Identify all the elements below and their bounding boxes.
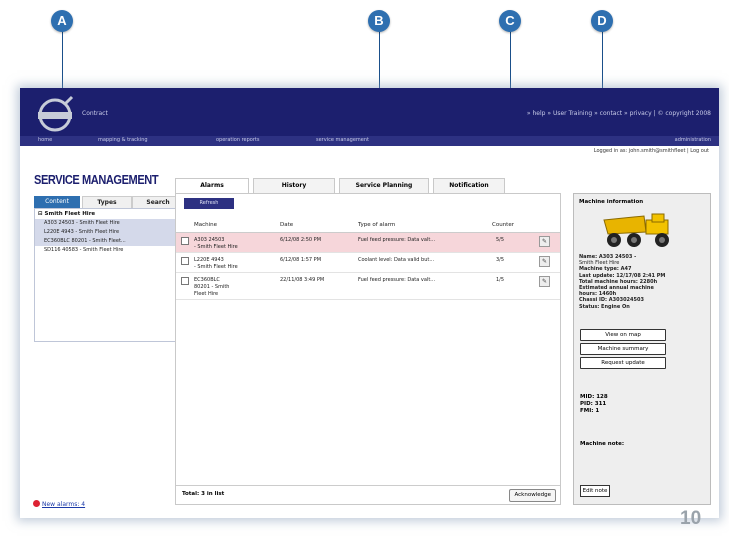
machine-info-title: Machine information [579,199,644,205]
cell-date: 6/12/08 1:57 PM [280,257,322,263]
edit-icon[interactable]: ✎ [539,276,550,287]
view-on-map-button[interactable]: View on map [580,329,666,341]
nav-home[interactable]: home [38,137,52,143]
tab-notification[interactable]: Notification [433,178,505,193]
total-count: Total: 3 in list [182,491,225,497]
cell-type: Coolant level: Data valid but... [358,257,435,263]
alarms-panel: Refresh Machine Date Type of alarm Count… [175,193,561,505]
cell-machine: EC360BLC 80201 - Smith Fleet Hire [194,277,230,297]
row-checkbox[interactable] [181,257,189,265]
cell-date: 22/11/08 3:49 PM [280,277,325,283]
edit-icon[interactable]: ✎ [539,236,550,247]
tree-item[interactable]: EC360BLC 80201 - Smith Fleet... [35,237,183,246]
tree-root[interactable]: ⊟ Smith Fleet Hire [35,209,183,219]
cell-counter: 3/5 [496,257,505,263]
cell-type: Fuel feed pressure: Data valt... [358,277,436,283]
machine-note-label: Machine note: [580,441,625,447]
edit-icon[interactable]: ✎ [539,256,550,267]
nav-mapping-tracking[interactable]: mapping & tracking [98,137,148,143]
col-type[interactable]: Type of alarm [358,222,395,228]
nav-administration[interactable]: administration [675,137,711,143]
page-title: SERVICE MANAGEMENT [34,172,159,187]
machine-tree: ⊟ Smith Fleet Hire A303 24503 - Smith Fl… [34,208,184,342]
col-date[interactable]: Date [280,222,293,228]
diagnostic-codes: MID: 128 PID: 311 FMI: 1 [580,394,608,415]
table-row[interactable]: EC360BLC 80201 - Smith Fleet Hire 22/11/… [176,273,560,300]
tab-content[interactable]: Content [34,196,80,208]
refresh-button[interactable]: Refresh [184,198,234,209]
dump-truck-icon [603,213,669,247]
callout-a-marker: A [51,10,73,32]
table-footer: Total: 3 in list Acknowledge [176,485,560,504]
app-window: Contract » help » User Training » contac… [20,88,719,518]
nav-operation-reports[interactable]: operation reports [216,137,259,143]
tree-item[interactable]: SD116 40583 - Smith Fleet Hire [35,246,183,255]
mid-value: MID: 128 [580,394,608,400]
app-name: Contract [82,110,108,117]
left-tabs: Content Types Search [34,196,184,210]
tree-item[interactable]: A303 24503 - Smith Fleet Hire [35,219,183,228]
volvo-logo-icon [38,95,74,132]
request-update-button[interactable]: Request update [580,357,666,369]
machine-summary-button[interactable]: Machine summary [580,343,666,355]
cell-counter: 5/5 [496,237,505,243]
callout-c-marker: C [499,10,521,32]
tab-service-planning[interactable]: Service Planning [339,178,429,193]
callout-b-marker: B [368,10,390,32]
acknowledge-button[interactable]: Acknowledge [509,489,556,502]
fmi-value: FMI: 1 [580,408,600,414]
machine-details: Name: A303 24503 - Smith Fleet Hire Mach… [579,254,707,310]
cell-machine: L220E 4943 - Smith Fleet Hire [194,257,238,270]
callout-d-marker: D [591,10,613,32]
alarm-icon [33,500,40,507]
edit-note-button[interactable]: Edit note [580,485,610,497]
cell-counter: 1/5 [496,277,505,283]
pid-value: PID: 311 [580,401,607,407]
table-row[interactable]: A303 24503 - Smith Fleet Hire 6/12/08 2:… [176,233,560,253]
table-header: Machine Date Type of alarm Counter [176,218,560,233]
table-row[interactable]: L220E 4943 - Smith Fleet Hire 6/12/08 1:… [176,253,560,273]
cell-type: Fuel feed pressure: Data valt... [358,237,436,243]
new-alarms-link[interactable]: New alarms: 4 [42,501,85,508]
page-number: 10 [680,508,702,529]
tab-alarms[interactable]: Alarms [175,178,249,194]
main-tabs: Alarms History Service Planning Notifica… [175,178,535,194]
cell-machine: A303 24503 - Smith Fleet Hire [194,237,238,250]
top-bar: Contract » help » User Training » contac… [20,88,719,136]
info-line: Status: Engine On [579,303,630,310]
login-status[interactable]: Logged in as: john.smith@smithfleet | Lo… [594,148,709,154]
tree-item[interactable]: L220E 4943 - Smith Fleet Hire [35,228,183,237]
machine-info-panel: Machine information Name: A303 24503 - S… [573,193,711,505]
nav-service-management[interactable]: service management [316,137,369,143]
col-machine[interactable]: Machine [194,222,217,228]
cell-date: 6/12/08 2:50 PM [280,237,322,243]
main-nav: home mapping & tracking operation report… [20,136,719,146]
row-checkbox[interactable] [181,237,189,245]
top-links[interactable]: » help » User Training » contact » priva… [527,110,711,117]
tab-history[interactable]: History [253,178,335,193]
row-checkbox[interactable] [181,277,189,285]
col-counter[interactable]: Counter [492,222,514,228]
